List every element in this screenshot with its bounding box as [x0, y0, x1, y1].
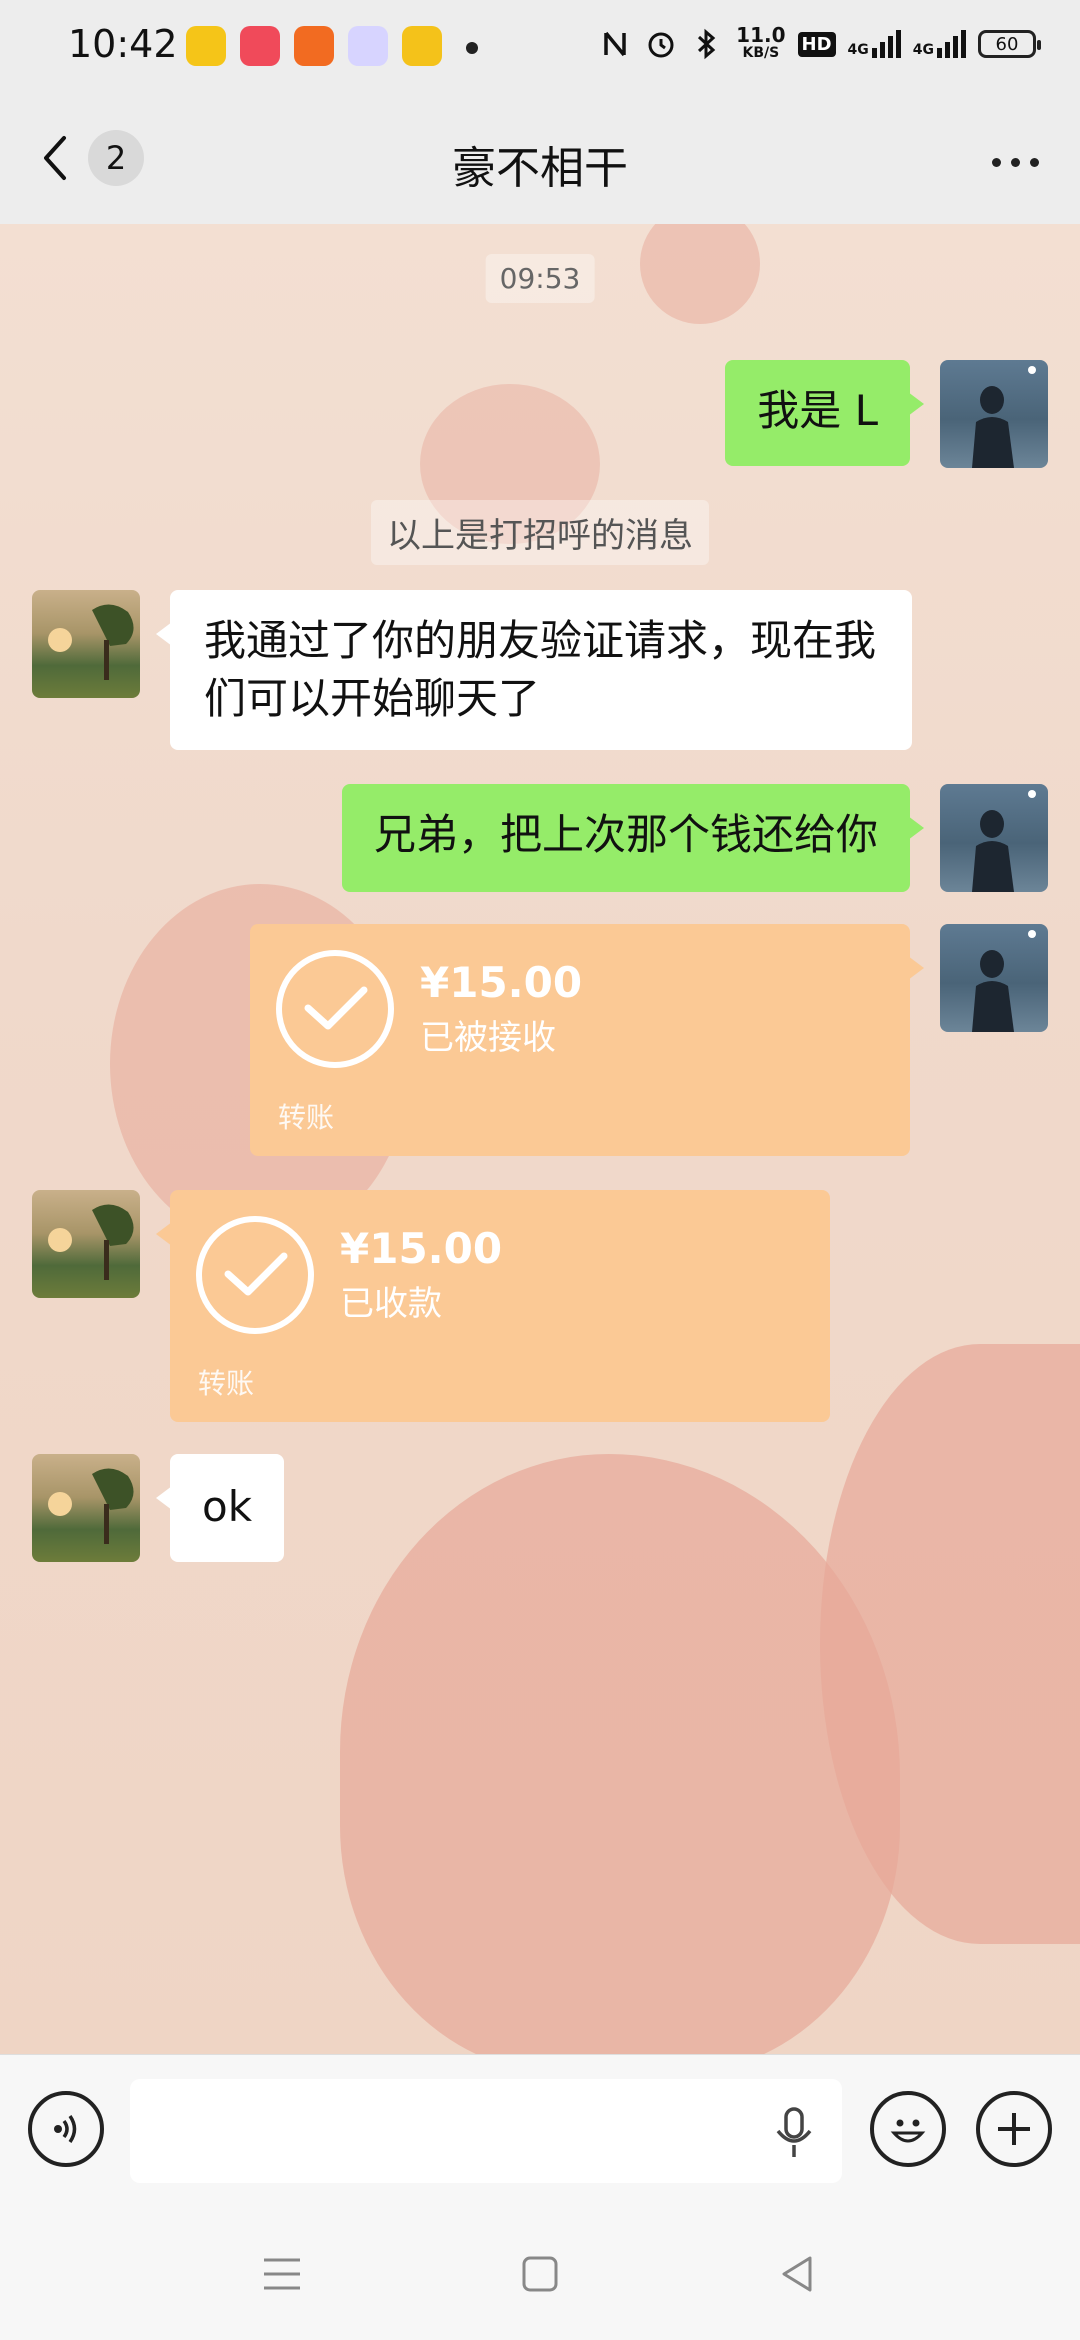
microphone-icon[interactable]	[772, 2105, 816, 2161]
back-triangle-icon	[782, 2256, 812, 2292]
avatar-image	[48, 1468, 134, 1544]
voice-mode-button[interactable]	[28, 2091, 104, 2167]
system-notice: 以上是打招呼的消息	[371, 500, 709, 565]
transfer-card-received[interactable]: ¥15.00 已收款 转账	[156, 1190, 830, 1422]
nfc-icon	[598, 26, 632, 62]
check-circle-icon	[196, 1216, 314, 1334]
app-notification-icon	[294, 26, 334, 66]
message-bubble-theirs[interactable]: ok	[155, 1454, 285, 1562]
avatar-image	[972, 366, 1036, 468]
voice-mode-icon	[54, 2115, 77, 2143]
wallpaper-heart	[340, 1454, 900, 2054]
friend-avatar[interactable]	[32, 590, 140, 698]
chat-header: 豪不相干 2	[0, 92, 1080, 224]
alarm-icon	[644, 26, 678, 62]
wallpaper-heart	[640, 224, 760, 324]
my-avatar[interactable]	[940, 360, 1048, 468]
battery-icon: 60	[978, 30, 1041, 58]
avatar-image	[48, 1204, 134, 1280]
bluetooth-icon	[690, 26, 724, 62]
message-bubble-mine[interactable]: 兄弟，把上次那个钱还给你	[341, 784, 925, 892]
status-indicators: 11.0 KB/S HD 4G 4G 60	[598, 23, 1041, 62]
more-options-button[interactable]	[980, 132, 1050, 192]
message-bubble-theirs[interactable]: 我通过了你的朋友验证请求，现在我们可以开始聊天了	[156, 590, 912, 750]
emoji-icon	[890, 2119, 926, 2143]
recent-apps-button[interactable]	[252, 2244, 312, 2304]
network-speed: 11.0 KB/S	[736, 23, 786, 61]
my-avatar[interactable]	[940, 924, 1048, 1032]
plus-icon	[998, 2113, 1030, 2145]
app-notification-icon	[240, 26, 280, 66]
more-notifications-dot	[466, 42, 478, 54]
chevron-left-icon	[44, 136, 66, 180]
system-nav-bar	[0, 2200, 1080, 2340]
my-avatar[interactable]	[940, 784, 1048, 892]
message-text: ok	[202, 1482, 253, 1531]
system-back-button[interactable]	[768, 2244, 828, 2304]
app-notification-icon	[348, 26, 388, 66]
message-bubble-mine[interactable]: 我是 L	[725, 360, 924, 466]
transfer-amount: ¥15.00	[340, 1224, 503, 1273]
status-bar: 10:42 11.0 KB/S HD 4G 4G 60	[0, 0, 1080, 92]
more-dots-icon	[991, 157, 1001, 167]
back-button[interactable]: 2	[40, 128, 150, 188]
transfer-label: 转账	[198, 1367, 255, 1400]
timestamp-divider: 09:53	[485, 254, 595, 303]
transfer-card-sent[interactable]: ¥15.00 已被接收 转账	[250, 924, 924, 1156]
emoji-button[interactable]	[870, 2091, 946, 2167]
menu-icon	[264, 2258, 300, 2290]
status-time: 10:42	[68, 22, 178, 66]
transfer-status: 已被接收	[420, 1018, 556, 1058]
add-attachment-button[interactable]	[976, 2091, 1052, 2167]
avatar-image	[972, 930, 1036, 1032]
chat-title: 豪不相干	[452, 143, 628, 194]
message-input[interactable]	[130, 2079, 842, 2183]
message-text: 我通过了你的朋友验证请求，现在我们可以开始聊天了	[204, 616, 877, 723]
transfer-label: 转账	[278, 1101, 335, 1134]
transfer-amount: ¥15.00	[420, 958, 583, 1007]
transfer-status: 已收款	[340, 1284, 442, 1324]
unread-count-badge: 2	[88, 130, 144, 186]
hd-voice-badge: HD	[797, 31, 836, 57]
avatar-image	[48, 604, 134, 680]
app-notification-icon	[402, 26, 442, 66]
signal-icon: 4G	[848, 30, 901, 58]
message-text: 我是 L	[757, 386, 878, 435]
message-text: 兄弟，把上次那个钱还给你	[373, 810, 878, 859]
signal-icon: 4G	[913, 30, 966, 58]
friend-avatar[interactable]	[32, 1190, 140, 1298]
avatar-image	[972, 790, 1036, 892]
app-notification-icon	[186, 26, 226, 66]
friend-avatar[interactable]	[32, 1454, 140, 1562]
input-bar	[0, 2054, 1080, 2200]
notification-icons	[186, 26, 442, 66]
home-button[interactable]	[510, 2244, 570, 2304]
home-square-icon	[522, 2256, 558, 2292]
message-list[interactable]: 09:53 我是 L 以上是打招呼的消息 我通过了你的朋友验证请求，现在我们可以…	[0, 224, 1080, 2054]
check-circle-icon	[276, 950, 394, 1068]
